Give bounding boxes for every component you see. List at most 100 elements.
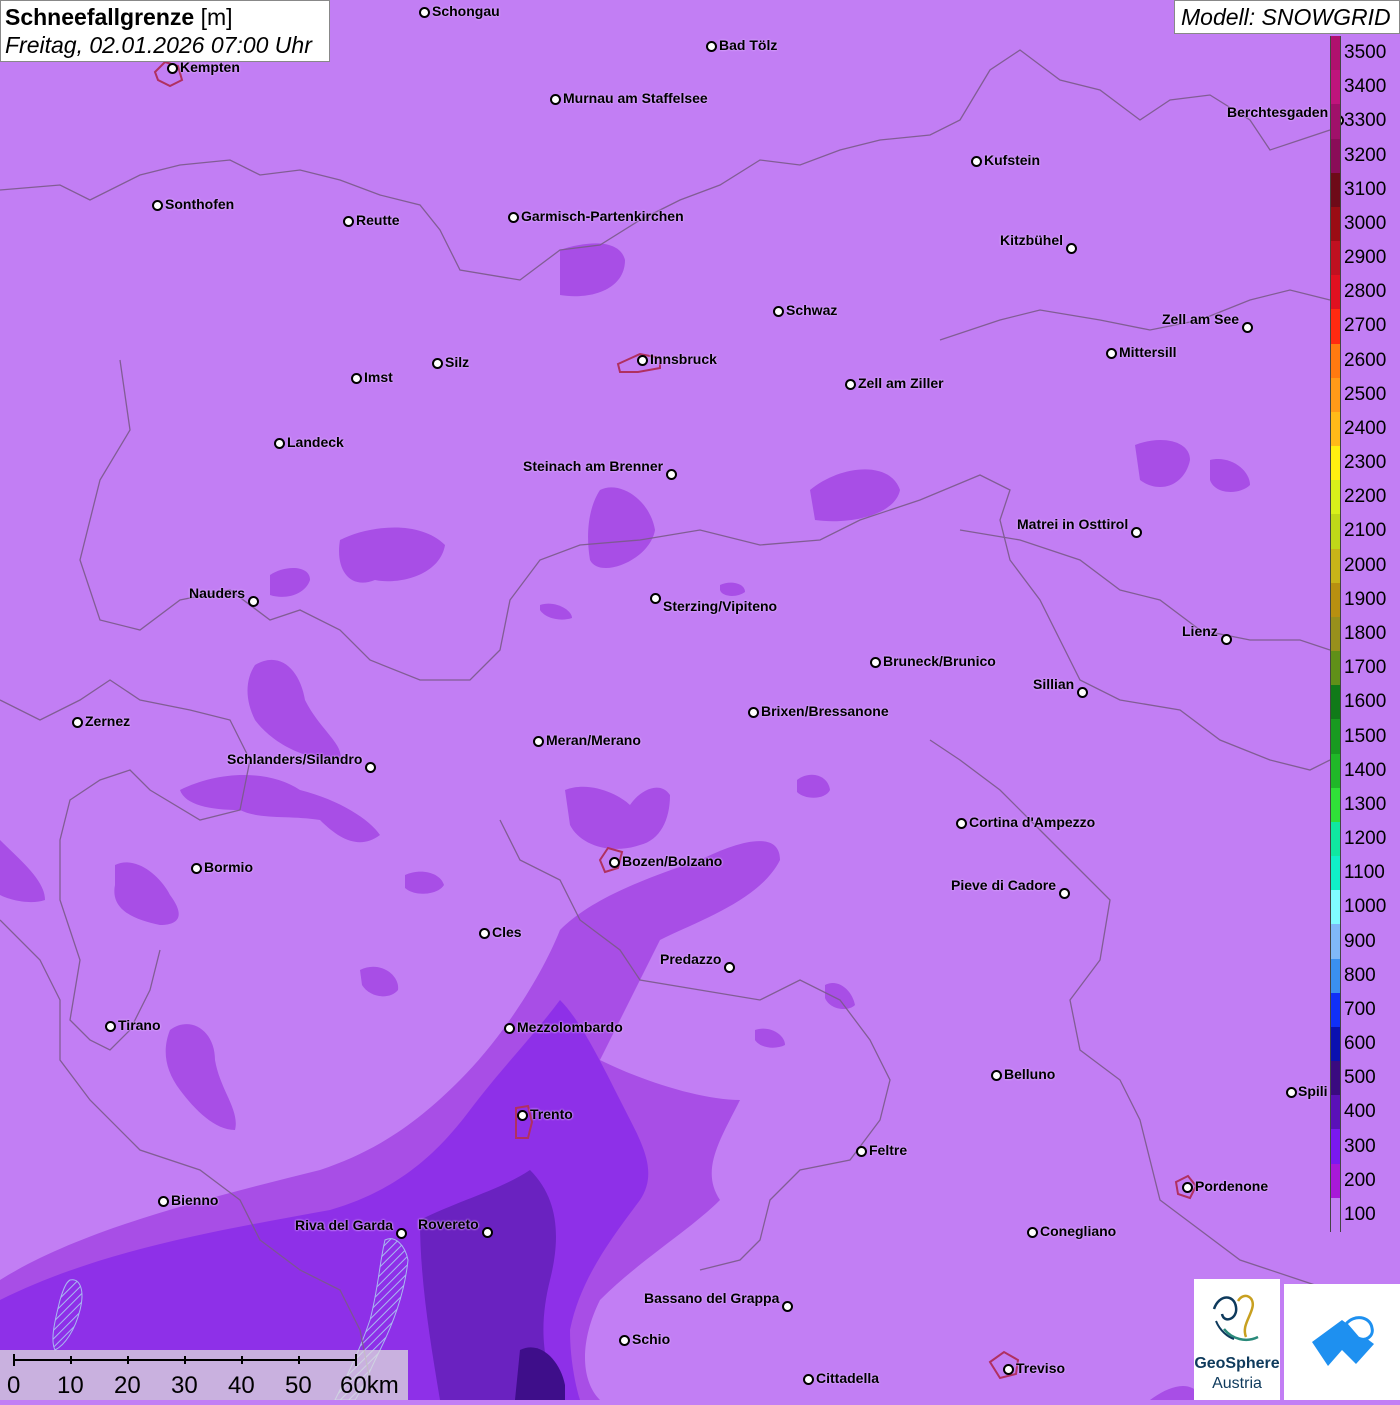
legend-swatch [1330, 719, 1341, 755]
title-unit: [m] [200, 4, 233, 30]
legend-label: 2300 [1344, 452, 1387, 474]
city-label: Conegliano [1040, 1223, 1117, 1239]
legend-swatch [1330, 856, 1341, 891]
legend-swatch [1330, 616, 1341, 652]
city-label: Cortina d'Ampezzo [969, 814, 1096, 830]
city-marker [1003, 1364, 1014, 1375]
city-label: Cles [492, 924, 522, 940]
legend-swatch [1330, 685, 1341, 720]
color-legend: 3500 3400 3300 3200 3100 3000 2900 2800 2700 2600… [1330, 36, 1400, 1233]
model-label: Modell: SNOWGRID [1174, 0, 1400, 34]
legend-label: 1500 [1344, 725, 1387, 747]
legend-label: 500 [1344, 1067, 1376, 1089]
app-logo-icon [1312, 1316, 1374, 1366]
city-marker [856, 1146, 867, 1157]
legend-swatch [1330, 343, 1341, 379]
geosphere-logo-name: GeoSphere [1194, 1355, 1280, 1372]
city-marker [482, 1227, 493, 1238]
legend-swatch [1330, 309, 1341, 345]
city-label: Berchtesgaden [1227, 104, 1329, 120]
legend-label: 1700 [1344, 657, 1387, 679]
city-marker [956, 818, 967, 829]
city-label: Spili [1298, 1083, 1328, 1099]
city-label: Reutte [356, 212, 400, 228]
legend-label: 1600 [1344, 691, 1387, 713]
city-marker [158, 1196, 169, 1207]
city-marker [550, 94, 561, 105]
city-marker [152, 200, 163, 211]
city-label: Sillian [1033, 676, 1075, 692]
legend-label: 2500 [1344, 383, 1387, 405]
legend-swatch [1330, 206, 1341, 242]
city-marker [706, 41, 717, 52]
city-label: Pieve di Cadore [951, 877, 1057, 893]
legend-label: 3100 [1344, 178, 1387, 200]
legend-swatch [1330, 480, 1341, 515]
city-label: Kitzbühel [1000, 232, 1063, 248]
city-marker [504, 1023, 515, 1034]
city-label: Bozen/Bolzano [622, 853, 723, 869]
legend-swatch [1330, 514, 1341, 550]
city-marker [248, 596, 259, 607]
city-marker [870, 657, 881, 668]
legend-label: 1800 [1344, 623, 1387, 644]
city-marker [72, 717, 83, 728]
legend-swatch [1330, 1129, 1341, 1165]
city-label: Riva del Garda [295, 1217, 394, 1233]
scale-label-50: 50 [285, 1372, 312, 1399]
city-label: Innsbruck [650, 351, 717, 367]
city-marker [609, 857, 620, 868]
legend-label: 100 [1344, 1203, 1376, 1225]
legend-swatch [1330, 1061, 1341, 1096]
scale-label-60km: 60km [340, 1372, 399, 1399]
city-marker [1066, 243, 1077, 254]
legend-label: 2700 [1344, 315, 1387, 337]
city-label: Treviso [1016, 1360, 1066, 1376]
city-marker [971, 156, 982, 167]
city-label: Lienz [1182, 623, 1218, 639]
city-marker [1077, 687, 1088, 698]
city-label: Nauders [189, 585, 246, 601]
legend-label: 1400 [1344, 759, 1387, 781]
city-marker [1221, 634, 1232, 645]
legend-swatch [1330, 821, 1341, 857]
city-marker [1242, 322, 1253, 333]
scale-label-30: 30 [171, 1372, 198, 1399]
legend-label: 800 [1344, 964, 1376, 986]
city-marker [991, 1070, 1002, 1081]
city-marker [782, 1301, 793, 1312]
city-marker [432, 358, 443, 369]
legend-swatch [1330, 411, 1341, 447]
legend-swatch [1330, 275, 1341, 310]
map-datetime: Freitag, 02.01.2026 07:00 Uhr [5, 32, 312, 58]
city-label: Feltre [869, 1142, 908, 1158]
city-label: Tirano [118, 1017, 161, 1033]
legend-label: 200 [1344, 1169, 1376, 1191]
scale-label-10: 10 [57, 1372, 84, 1399]
legend-label: 2000 [1344, 554, 1387, 576]
legend-label: 400 [1344, 1101, 1376, 1123]
city-label: Bassano del Grappa [644, 1290, 780, 1306]
city-label: Zernez [85, 713, 131, 729]
legend-label: 3200 [1344, 144, 1387, 166]
legend-swatch [1330, 70, 1341, 105]
geosphere-logo[interactable]: GeoSphere Austria [1194, 1279, 1280, 1400]
city-marker [1131, 527, 1142, 538]
city-marker [274, 438, 285, 449]
city-label: Bormio [204, 859, 253, 875]
city-marker [479, 928, 490, 939]
legend-label: 3400 [1344, 76, 1387, 98]
scale-label-20: 20 [114, 1372, 141, 1399]
legend-swatch [1330, 651, 1341, 686]
city-marker [343, 216, 354, 227]
app-logo[interactable] [1284, 1284, 1400, 1400]
legend-label: 2200 [1344, 486, 1387, 508]
legend-label: 600 [1344, 1033, 1376, 1055]
city-label: Mittersill [1119, 344, 1177, 360]
city-marker [351, 373, 362, 384]
city-marker [1059, 888, 1070, 899]
legend-label: 3000 [1344, 212, 1387, 234]
legend-label: 2100 [1344, 520, 1387, 542]
legend-swatch [1330, 958, 1341, 994]
legend-swatch [1330, 582, 1341, 618]
